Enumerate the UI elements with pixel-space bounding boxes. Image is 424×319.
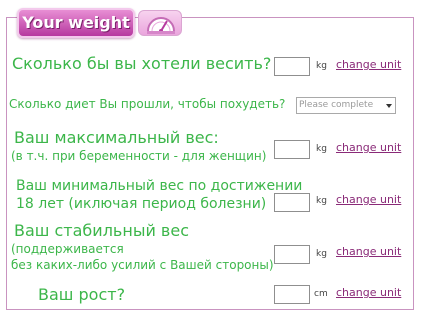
- height-input[interactable]: [274, 285, 310, 304]
- stable-weight-unit: kg: [316, 249, 327, 259]
- height-change-unit-link[interactable]: change unit: [336, 286, 401, 299]
- height-label: Ваш рост?: [38, 285, 126, 304]
- scale-icon: [138, 10, 182, 36]
- section-tab: Your weight: [17, 8, 135, 38]
- height-unit: cm: [314, 289, 328, 299]
- max-weight-unit: kg: [316, 144, 327, 154]
- diets-count-label: Сколько диет Вы прошли, чтобы похудеть?: [9, 97, 286, 111]
- stable-weight-change-unit-link[interactable]: change unit: [336, 245, 401, 258]
- min-weight-change-unit-link[interactable]: change unit: [336, 193, 401, 206]
- desired-weight-label: Сколько бы вы хотели весить?: [12, 54, 272, 73]
- section-title: Your weight: [22, 13, 130, 32]
- min-weight-unit: kg: [316, 196, 327, 206]
- min-weight-label: Ваш минимальный вес по достижении: [16, 178, 303, 194]
- stable-weight-label: Ваш стабильный вес: [14, 221, 189, 240]
- stable-weight-sublabel-2: без каких-либо усилий с Вашей стороны): [11, 258, 274, 272]
- stable-weight-sublabel: (поддерживается: [11, 242, 124, 256]
- max-weight-sublabel: (в т.ч. при беременности - для женщин): [11, 149, 267, 163]
- max-weight-label: Ваш максимальный вес:: [14, 128, 219, 147]
- max-weight-change-unit-link[interactable]: change unit: [336, 141, 401, 154]
- min-weight-sublabel: 18 лет (иключая период болезни): [16, 196, 267, 212]
- desired-weight-unit: kg: [316, 61, 327, 71]
- max-weight-input[interactable]: [274, 140, 310, 159]
- diets-count-select-value: Please complete: [299, 100, 374, 110]
- desired-weight-input[interactable]: [274, 57, 310, 76]
- chevron-down-icon: [386, 104, 392, 108]
- stable-weight-input[interactable]: [274, 245, 310, 264]
- min-weight-input[interactable]: [274, 193, 310, 212]
- desired-weight-change-unit-link[interactable]: change unit: [336, 58, 401, 71]
- diets-count-select[interactable]: Please complete: [296, 97, 396, 114]
